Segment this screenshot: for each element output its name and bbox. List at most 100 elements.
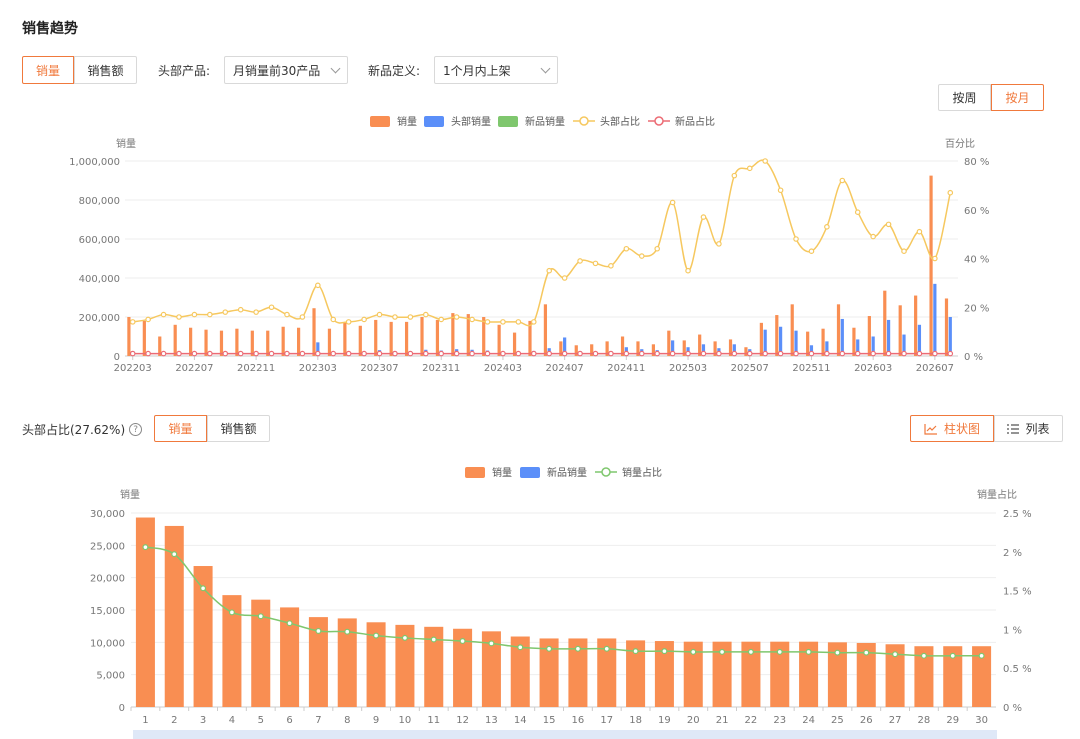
head-share-point	[330, 316, 337, 323]
bar-head	[840, 318, 844, 356]
help-icon[interactable]: ?	[129, 423, 143, 436]
x-tick-label: 23	[773, 715, 786, 726]
head-share-point	[777, 187, 784, 194]
legend-item: 头部占比	[573, 115, 640, 128]
head-share-point	[746, 165, 753, 172]
x-tick-label: 16	[572, 715, 585, 726]
tab-sales-volume[interactable]: 销量	[22, 56, 74, 84]
head-share-point	[885, 221, 892, 228]
y-axis-title-left: 销量	[120, 488, 140, 501]
new-share-point	[222, 350, 229, 357]
x-tick-label: 202207	[175, 363, 213, 374]
head-share-point	[546, 267, 553, 274]
legend-item: 销量占比	[595, 466, 662, 479]
head-share-point	[500, 319, 506, 325]
x-tick-label: 202203	[114, 363, 152, 374]
new-share-point	[500, 350, 506, 357]
new-share-point	[315, 350, 321, 357]
bar-sales	[142, 320, 146, 356]
share-point	[459, 638, 466, 645]
x-tick-label: 202307	[360, 363, 398, 374]
y-tick-label: 5,000	[96, 671, 125, 682]
share-point	[747, 648, 754, 655]
new-share-point	[885, 350, 892, 357]
head-share-point	[284, 311, 290, 318]
head-product-select[interactable]: 月销量前30产品	[224, 56, 348, 84]
head-share-point	[222, 309, 229, 315]
chart-zoom-scrollbar[interactable]	[133, 730, 997, 739]
y-axis-title-right: 百分比	[945, 138, 975, 150]
head-share-point	[808, 248, 815, 254]
head-share-point	[530, 319, 537, 325]
x-tick-label: 29	[946, 715, 959, 726]
bar-sales	[219, 330, 224, 356]
y-tick-label-right: 0 %	[964, 352, 983, 363]
x-tick-label: 15	[543, 715, 556, 726]
legend-swatch	[424, 116, 444, 127]
head-share-point	[623, 245, 630, 252]
y-tick-label: 15,000	[90, 606, 125, 617]
new-share-point	[345, 350, 352, 357]
y-tick-label: 200,000	[79, 313, 120, 324]
new-share-point	[361, 350, 367, 357]
x-tick-label: 12	[456, 715, 469, 726]
legend-label: 新品占比	[675, 115, 715, 128]
x-tick-label: 19	[658, 715, 671, 726]
bar-sales	[898, 305, 902, 356]
bar-sales	[250, 330, 254, 356]
head-share-point	[824, 224, 830, 230]
new-share-point	[731, 350, 738, 357]
y-tick-label-right: 2 %	[1003, 548, 1022, 559]
new-share-point	[716, 350, 722, 357]
page-title: 销售趋势	[22, 21, 78, 37]
tab-sales-amount[interactable]: 销售额	[74, 56, 137, 84]
head-share-point	[731, 172, 738, 179]
by-month-button[interactable]: 按月	[991, 84, 1044, 111]
head-share-point	[345, 319, 352, 325]
new-share-point	[592, 350, 599, 357]
head-share-point	[592, 260, 599, 267]
tab-sales-amount-2[interactable]: 销售额	[207, 415, 270, 442]
x-tick-label: 13	[485, 715, 498, 726]
new-share-point	[638, 350, 645, 357]
share-point	[373, 632, 380, 639]
new-share-point	[932, 350, 938, 357]
new-share-point	[299, 350, 306, 357]
share-point	[517, 644, 524, 651]
bar-sales	[806, 331, 810, 356]
bar-sales	[266, 330, 270, 356]
share-point	[632, 648, 639, 655]
x-tick-label: 5	[258, 715, 264, 726]
legend-label: 新品销量	[547, 466, 587, 479]
new-share-point	[762, 350, 768, 357]
share-point	[430, 636, 437, 643]
new-share-point	[530, 350, 537, 357]
bar-chart-view-button[interactable]: 柱状图	[910, 415, 994, 442]
new-def-select[interactable]: 1个月内上架	[434, 56, 558, 84]
x-tick-label: 6	[286, 715, 292, 726]
head-share-point	[669, 199, 676, 206]
new-share-point	[268, 350, 275, 357]
bar-sales	[867, 316, 871, 356]
by-week-button[interactable]: 按周	[938, 84, 991, 111]
head-share-point	[654, 245, 660, 252]
top-products-chart: 销量 新品销量 销量占比销量 销量占比05,00010,00015,00020,000…	[90, 466, 1032, 726]
bar-sales	[944, 298, 949, 356]
list-view-button[interactable]: 列表	[994, 415, 1063, 442]
share-point	[978, 652, 985, 659]
x-tick-label: 202303	[299, 363, 337, 374]
x-tick-label: 202403	[484, 363, 522, 374]
tab-sales-volume-2[interactable]: 销量	[154, 415, 207, 442]
head-share-point	[793, 236, 799, 242]
new-share-point	[176, 350, 182, 357]
x-tick-label: 17	[600, 715, 613, 726]
bar-sales	[821, 328, 825, 356]
head-share-point	[315, 282, 321, 289]
new-share-point	[284, 350, 290, 357]
legend-item: 新品占比	[648, 115, 715, 128]
legend-marker	[601, 467, 611, 477]
new-share-point	[793, 350, 799, 357]
y-tick-label-right: 0.5 %	[1003, 664, 1032, 675]
y-tick-label-right: 0 %	[1003, 703, 1022, 714]
x-tick-label: 202503	[669, 363, 707, 374]
